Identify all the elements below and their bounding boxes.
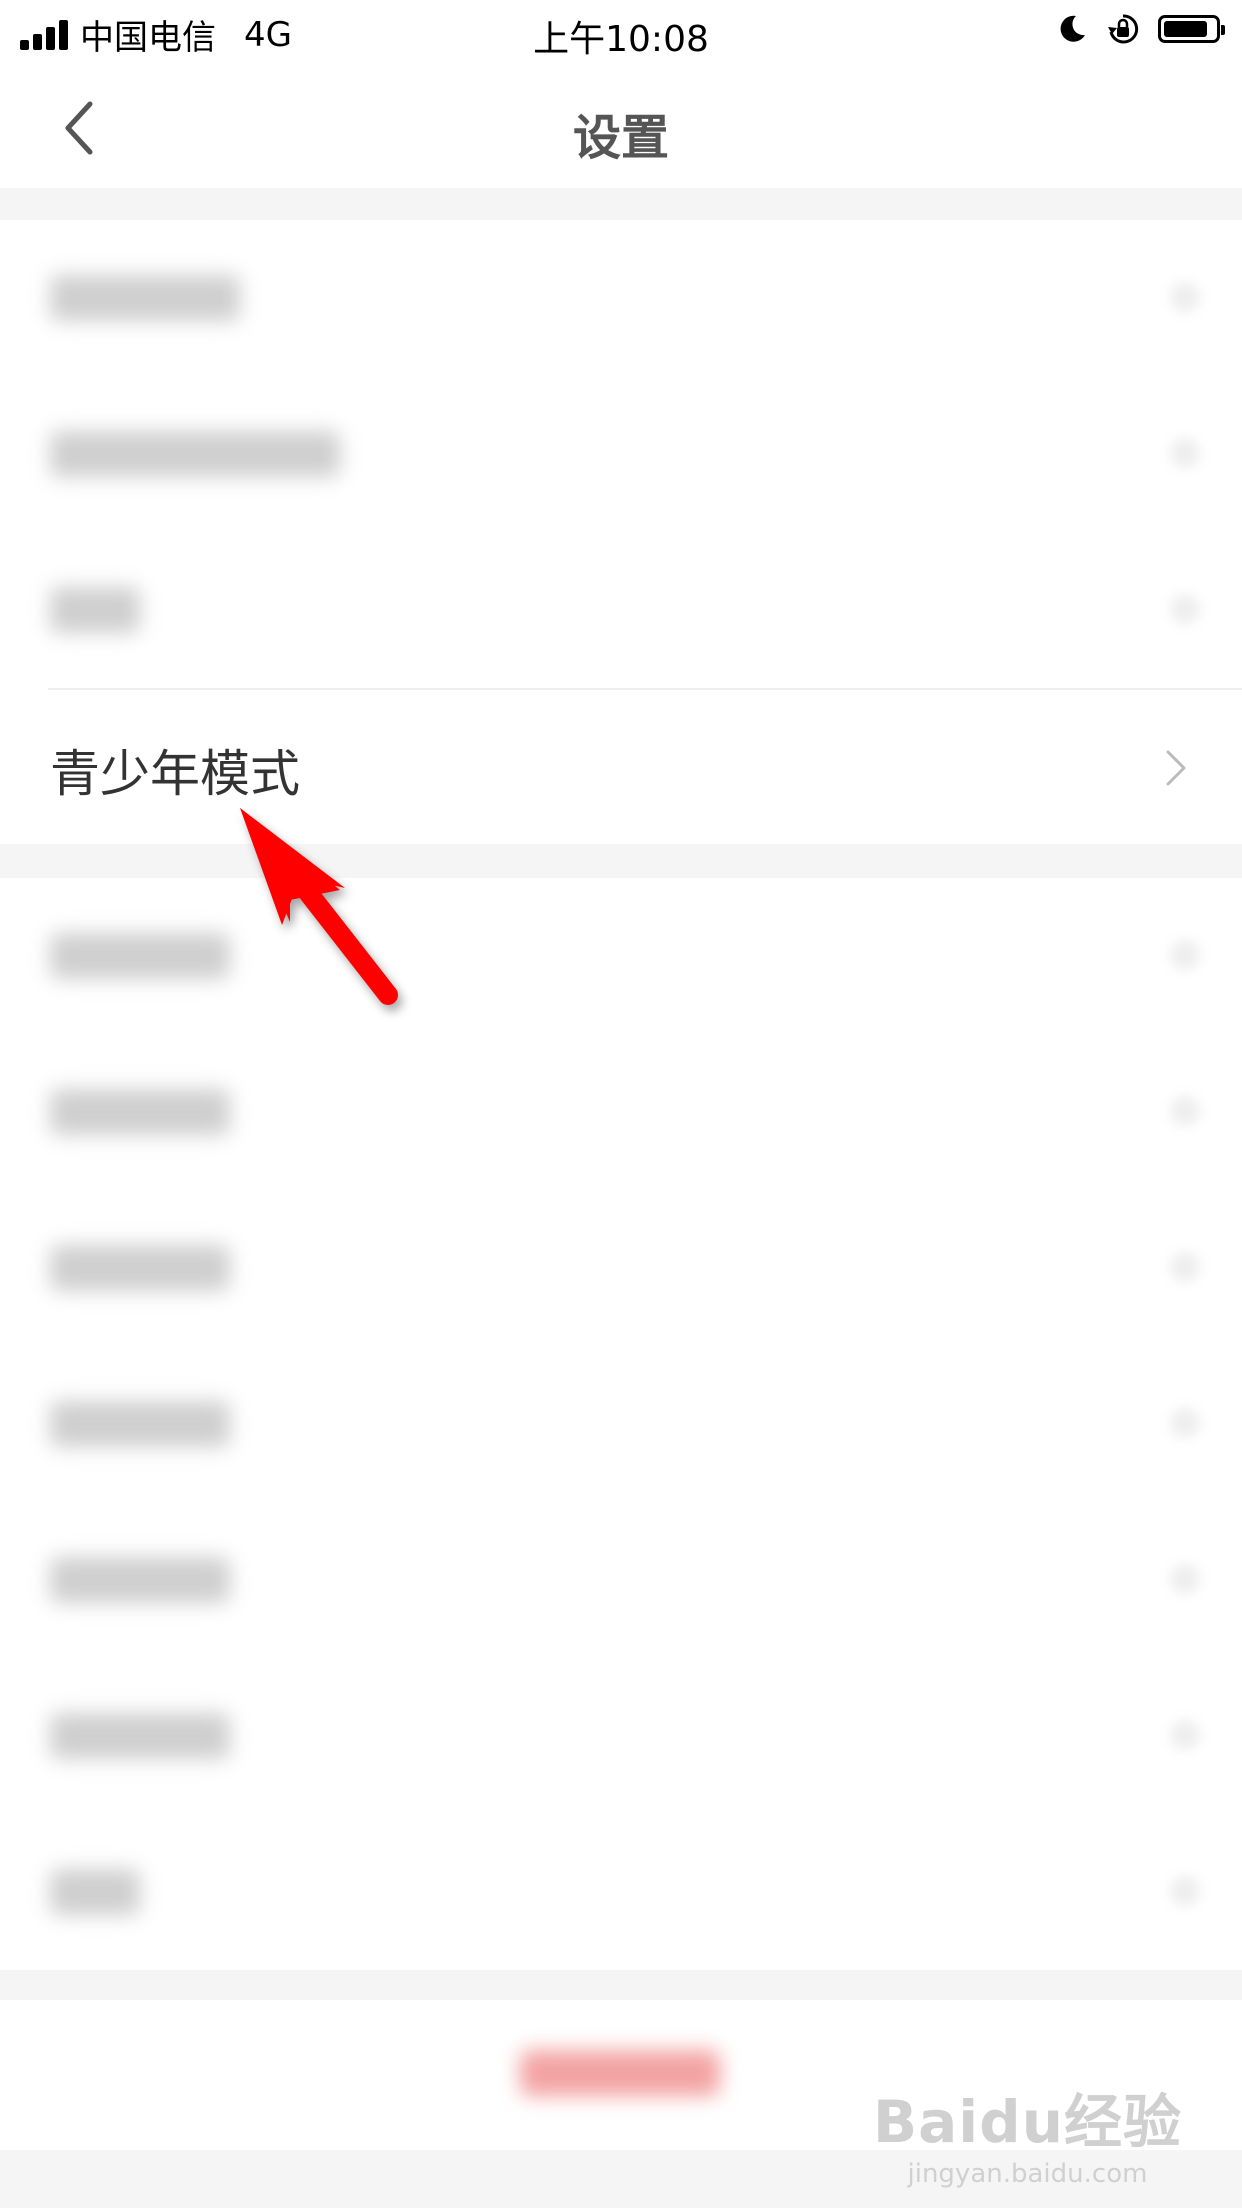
nav-bar: 设置 [0, 62, 1242, 188]
settings-row-blurred[interactable] [0, 1346, 1242, 1502]
page-title: 设置 [572, 110, 669, 166]
status-bar: 中国电信 4G 上午10:08 [0, 0, 1242, 62]
settings-row-blurred[interactable] [0, 532, 1242, 688]
blurred-chevron-icon [1170, 940, 1200, 970]
settings-item-youth-mode[interactable]: 青少年模式 [48, 688, 1242, 844]
blurred-label [50, 1713, 230, 1759]
blurred-label [50, 275, 240, 321]
settings-item-label: 青少年模式 [50, 745, 300, 803]
blurred-chevron-icon [1170, 282, 1200, 312]
settings-row-blurred[interactable] [0, 878, 1242, 1034]
blurred-chevron-icon [1170, 1252, 1200, 1282]
settings-row-blurred[interactable] [0, 1658, 1242, 1814]
blurred-chevron-icon [1170, 438, 1200, 468]
settings-row-blurred[interactable] [0, 376, 1242, 532]
settings-row-blurred[interactable] [0, 1190, 1242, 1346]
watermark: Baidu经验 jingyan.baidu.com [873, 2075, 1182, 2189]
blurred-chevron-icon [1170, 1408, 1200, 1438]
blurred-logout-label [520, 2050, 720, 2096]
blurred-chevron-icon [1170, 1096, 1200, 1126]
blurred-chevron-icon [1170, 1564, 1200, 1594]
blurred-label [50, 1245, 230, 1291]
blurred-label [50, 1869, 140, 1915]
blurred-label [50, 933, 230, 979]
settings-section-1: 青少年模式 [0, 220, 1242, 844]
rotation-lock-icon [1108, 14, 1139, 44]
blurred-label [50, 1089, 230, 1135]
blurred-chevron-icon [1170, 1720, 1200, 1750]
watermark-brand: Baidu经验 [872, 2088, 1182, 2156]
blurred-label [50, 1557, 230, 1603]
moon-icon [1060, 15, 1085, 42]
settings-row-blurred[interactable] [0, 220, 1242, 376]
battery-icon [1158, 15, 1225, 43]
watermark-url: jingyan.baidu.com [907, 2159, 1148, 2189]
settings-row-blurred[interactable] [0, 1814, 1242, 1970]
chevron-right-icon [1166, 750, 1186, 786]
blurred-label [50, 587, 140, 633]
blurred-chevron-icon [1170, 1876, 1200, 1906]
settings-row-blurred[interactable] [0, 1502, 1242, 1658]
blurred-chevron-icon [1170, 594, 1200, 624]
status-right [1056, 12, 1225, 46]
blurred-label [50, 1401, 230, 1447]
settings-section-2 [0, 878, 1242, 1970]
settings-row-blurred[interactable] [0, 1034, 1242, 1190]
blurred-label [50, 431, 340, 477]
